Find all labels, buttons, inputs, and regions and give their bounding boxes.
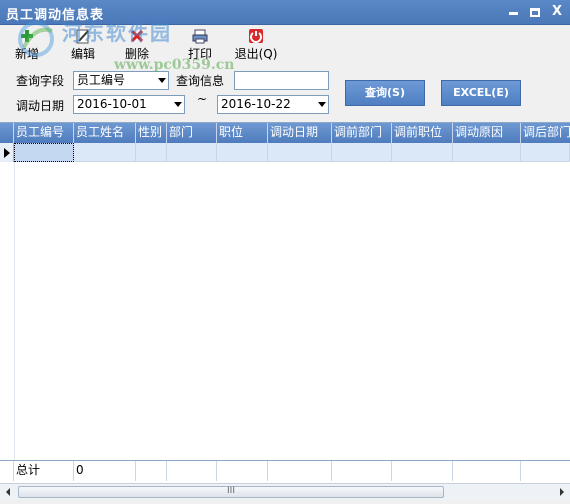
- column-header[interactable]: 调动日期: [268, 123, 332, 143]
- query-field-label: 查询字段: [16, 74, 65, 88]
- table-cell[interactable]: [521, 143, 570, 162]
- query-info-label: 查询信息: [176, 74, 225, 88]
- new-button[interactable]: 新增: [10, 28, 44, 62]
- arrow-right-icon: [560, 488, 564, 496]
- exit-label: 退出(Q): [234, 47, 278, 61]
- table-cell[interactable]: [268, 143, 332, 162]
- table-cell[interactable]: [332, 143, 392, 162]
- footer-cell: [217, 461, 268, 481]
- table-cell[interactable]: [136, 143, 167, 162]
- table-cell[interactable]: [453, 143, 521, 162]
- footer-cell: [332, 461, 392, 481]
- grid-corner: [0, 123, 14, 143]
- grid-footer: 总计 0: [0, 460, 570, 481]
- table-cell[interactable]: [392, 143, 453, 162]
- column-header[interactable]: 调前职位: [392, 123, 453, 143]
- table-cell[interactable]: [74, 143, 136, 162]
- scroll-thumb[interactable]: III: [18, 486, 444, 498]
- scroll-left-button[interactable]: [0, 484, 17, 500]
- close-icon[interactable]: X: [548, 3, 566, 21]
- date-from-value: 2016-10-01: [77, 97, 147, 111]
- transfer-data-grid[interactable]: 员工编号 员工姓名 性别 部门 职位 调动日期 调前部门 调前职位 调动原因 调…: [0, 122, 570, 483]
- column-header[interactable]: 员工姓名: [74, 123, 136, 143]
- column-header[interactable]: 调动原因: [453, 123, 521, 143]
- delete-button[interactable]: 删除: [120, 28, 154, 62]
- column-header[interactable]: 员工编号: [14, 123, 74, 143]
- minimize-icon[interactable]: [504, 3, 522, 21]
- footer-cell: [521, 461, 570, 481]
- column-header[interactable]: 部门: [167, 123, 217, 143]
- delete-label: 删除: [124, 47, 149, 61]
- column-header[interactable]: 性别: [136, 123, 167, 143]
- edit-icon: [76, 29, 89, 44]
- excel-export-button[interactable]: EXCEL(E): [441, 80, 521, 106]
- query-field-select[interactable]: 员工编号: [73, 71, 169, 90]
- print-label: 打印: [187, 47, 212, 61]
- print-button[interactable]: 打印: [183, 28, 217, 62]
- query-field-value: 员工编号: [77, 73, 126, 87]
- query-info-input[interactable]: [234, 71, 329, 90]
- horizontal-scrollbar[interactable]: III: [0, 483, 570, 500]
- column-header[interactable]: 职位: [217, 123, 268, 143]
- chevron-down-icon: [158, 78, 166, 83]
- current-row-indicator-icon: [4, 148, 10, 158]
- column-header[interactable]: 调前部门: [332, 123, 392, 143]
- maximize-icon[interactable]: [526, 3, 544, 21]
- query-button[interactable]: 查询(S): [345, 80, 425, 106]
- window-titlebar: 员工调动信息表 X: [0, 0, 570, 25]
- delete-icon: [130, 29, 144, 43]
- edit-label: 编辑: [70, 47, 95, 61]
- chevron-down-icon: [318, 102, 326, 107]
- grid-header: 员工编号 员工姓名 性别 部门 职位 调动日期 调前部门 调前职位 调动原因 调…: [0, 123, 570, 143]
- toolbar: 新增 编辑 删除 打印 退出(Q): [0, 26, 570, 66]
- date-to-picker[interactable]: 2016-10-22: [217, 95, 329, 114]
- chevron-down-icon: [174, 102, 182, 107]
- footer-cell: [136, 461, 167, 481]
- power-icon: [249, 29, 263, 43]
- window-title: 员工调动信息表: [6, 8, 105, 23]
- window-bottom-edge: [0, 500, 570, 504]
- column-divider: [14, 162, 15, 460]
- print-icon: [192, 29, 208, 44]
- footer-corner: [0, 461, 14, 481]
- edit-button[interactable]: 编辑: [66, 28, 100, 62]
- table-row[interactable]: [0, 143, 570, 162]
- new-label: 新增: [14, 47, 39, 61]
- date-to-value: 2016-10-22: [221, 97, 291, 111]
- footer-cell: [167, 461, 217, 481]
- footer-cell: [392, 461, 453, 481]
- footer-cell: [453, 461, 521, 481]
- add-icon: [21, 30, 33, 42]
- total-label: 总计: [14, 461, 74, 481]
- exit-button[interactable]: 退出(Q): [232, 28, 280, 62]
- table-cell[interactable]: [167, 143, 217, 162]
- footer-cell: [268, 461, 332, 481]
- arrow-left-icon: [6, 488, 10, 496]
- transfer-date-label: 调动日期: [16, 99, 65, 113]
- table-cell[interactable]: [217, 143, 268, 162]
- row-selector[interactable]: [0, 143, 14, 162]
- scroll-right-button[interactable]: [553, 484, 570, 500]
- date-separator: ~: [197, 92, 208, 106]
- total-value: 0: [74, 461, 136, 481]
- date-from-picker[interactable]: 2016-10-01: [73, 95, 185, 114]
- table-cell[interactable]: [14, 143, 74, 162]
- column-header[interactable]: 调后部门: [521, 123, 570, 143]
